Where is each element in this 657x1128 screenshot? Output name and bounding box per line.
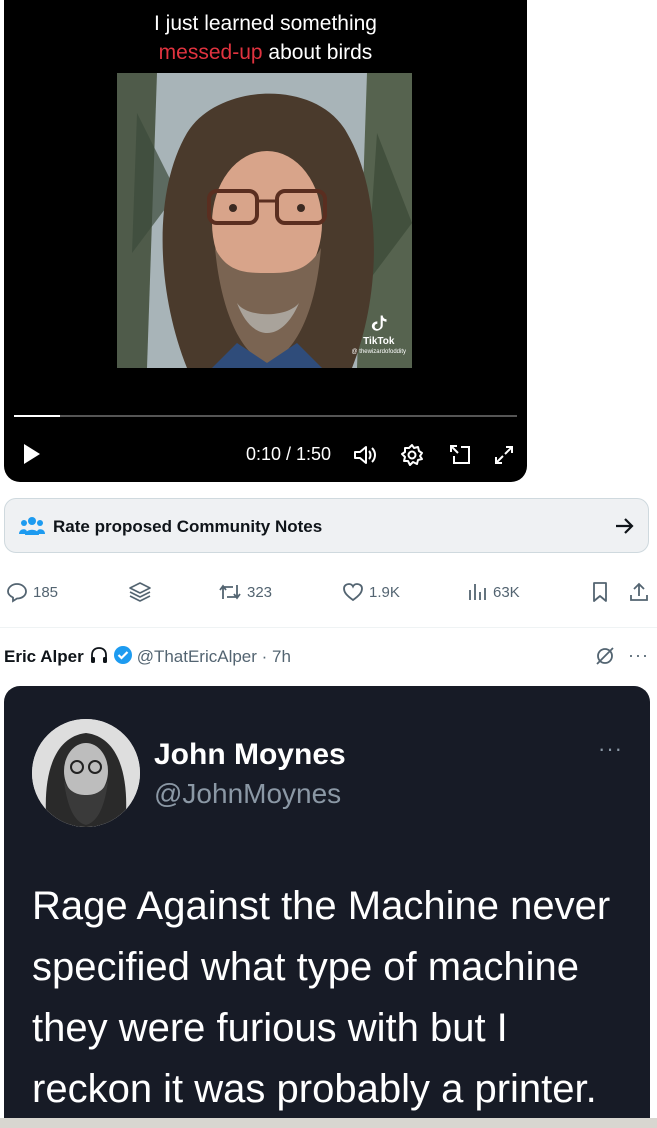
retweet-count: 323 — [247, 583, 273, 601]
embedded-author-handle: @JohnMoynes — [154, 778, 342, 809]
views-count: 63K — [493, 583, 520, 601]
video-controls: 0:10 / 1:50 — [4, 432, 527, 476]
embedded-author-name: John Moynes — [154, 738, 346, 771]
play-icon[interactable] — [22, 442, 42, 471]
tiktok-logo-icon — [371, 315, 387, 331]
rate-community-notes-button[interactable]: Rate proposed Community Notes — [4, 498, 649, 553]
verified-badge-icon — [113, 645, 133, 670]
bookmark-button[interactable] — [590, 572, 615, 612]
tiktok-watermark: TikTok @ thewizardofoddity — [352, 313, 406, 358]
john-moynes-avatar — [32, 719, 140, 827]
bookmark-icon — [593, 582, 607, 602]
tiktok-handle: @ thewizardofoddity — [351, 349, 406, 355]
arrow-right-icon — [613, 515, 635, 542]
tiktok-brand: TikTok — [363, 336, 395, 347]
author-handle-time[interactable]: @ThatEricAlper · 7h — [137, 647, 291, 667]
retweet-button[interactable]: 323 — [218, 572, 272, 612]
video-progress-bar[interactable] — [14, 415, 517, 417]
people-icon — [19, 515, 45, 542]
like-count: 1.9K — [369, 583, 400, 601]
grok-icon[interactable] — [594, 645, 616, 672]
tweet-action-bar: 185 323 1.9K 63K — [0, 572, 657, 612]
video-caption-line2: messed-up about birds — [4, 41, 527, 65]
volume-icon[interactable] — [352, 443, 378, 472]
more-options-icon[interactable]: ··· — [628, 645, 649, 666]
community-notes-label: Rate proposed Community Notes — [53, 517, 323, 536]
like-button[interactable]: 1.9K — [342, 572, 400, 612]
embedded-more-icon: ··· — [598, 736, 623, 761]
layers-icon — [129, 582, 151, 602]
video-caption-line1: I just learned something — [154, 12, 377, 35]
caption-highlight: messed-up — [158, 41, 263, 64]
reply-button[interactable]: 185 — [6, 572, 58, 612]
share-upload-icon — [630, 582, 648, 601]
views-button[interactable]: 63K — [466, 572, 520, 612]
caption-rest: about birds — [262, 41, 373, 64]
headphones-icon — [89, 645, 109, 670]
grok-analyze-button[interactable] — [128, 572, 157, 612]
settings-gear-icon[interactable] — [400, 443, 424, 472]
video-time: 0:10 / 1:50 — [246, 444, 332, 464]
retweet-icon — [219, 584, 241, 600]
bar-chart-icon — [469, 584, 486, 600]
tweet-header: Eric Alper @ThatEricAlper · 7h — [4, 645, 291, 670]
bottom-edge-strip — [0, 1118, 657, 1128]
fullscreen-icon[interactable] — [492, 443, 516, 472]
heart-icon — [343, 583, 363, 602]
video-progress-fill — [14, 415, 60, 417]
tweet-divider — [0, 627, 657, 628]
author-name[interactable]: Eric Alper — [4, 647, 84, 667]
share-button[interactable] — [628, 572, 655, 612]
embedded-tweet-text: Rage Against the Machine never specified… — [32, 884, 611, 1111]
tweet-image[interactable]: John Moynes @JohnMoynes ··· Rage Against… — [4, 686, 650, 1128]
picture-in-picture-icon[interactable] — [448, 443, 472, 472]
video-player[interactable]: I just learned something messed-up about… — [4, 0, 527, 482]
reply-count: 185 — [33, 583, 59, 601]
video-frame: TikTok @ thewizardofoddity — [117, 73, 412, 368]
reply-bubble-icon — [7, 583, 27, 603]
